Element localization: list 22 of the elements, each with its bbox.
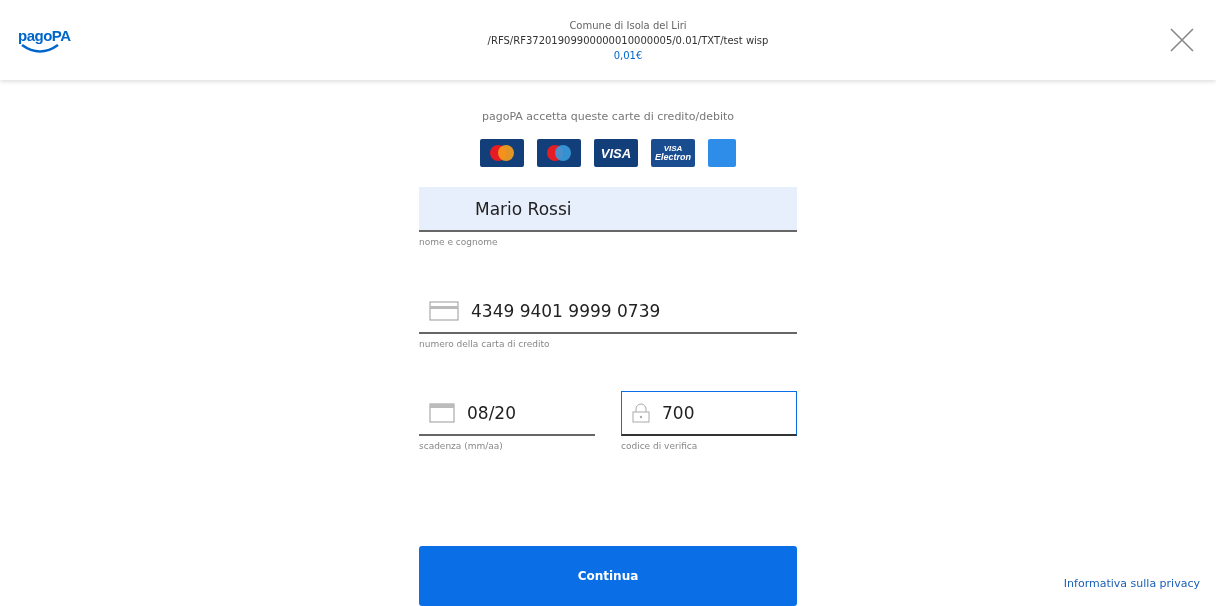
mastercard-logo [480, 139, 524, 167]
continue-button[interactable]: Continua [419, 546, 797, 606]
field-label: nome e cognome [419, 237, 499, 247]
visa-electron-logo: VISA Electron [651, 139, 695, 167]
visa-logo: VISA [594, 139, 638, 167]
logo-text: pagoPA [18, 26, 71, 44]
maestro-logo [537, 139, 581, 167]
field-label: numero della carta di credito [419, 339, 551, 349]
payment-reference: /RFS/RF37201909900000010000005/0.01/TXT/test wisp [487, 34, 769, 46]
close-button[interactable] [1168, 26, 1196, 54]
input-field[interactable]: Mario Rossi [419, 187, 797, 232]
cards-caption: pagoPA accetta queste carte di credito/debito [482, 110, 734, 123]
credit-card-icon [429, 300, 459, 321]
input-field[interactable]: 700 [621, 391, 797, 436]
payee-name: Comune di Isola del Liri [569, 19, 687, 31]
lock-icon [632, 403, 650, 423]
field-label: codice di verifica [621, 441, 699, 451]
privacy-link[interactable]: Informativa sulla privacy [1063, 577, 1200, 590]
card-logo [708, 139, 736, 167]
calendar-icon [429, 402, 455, 423]
field-label: scadenza (mm/aa) [419, 441, 504, 451]
payment-amount: 0,01€ [613, 49, 643, 61]
